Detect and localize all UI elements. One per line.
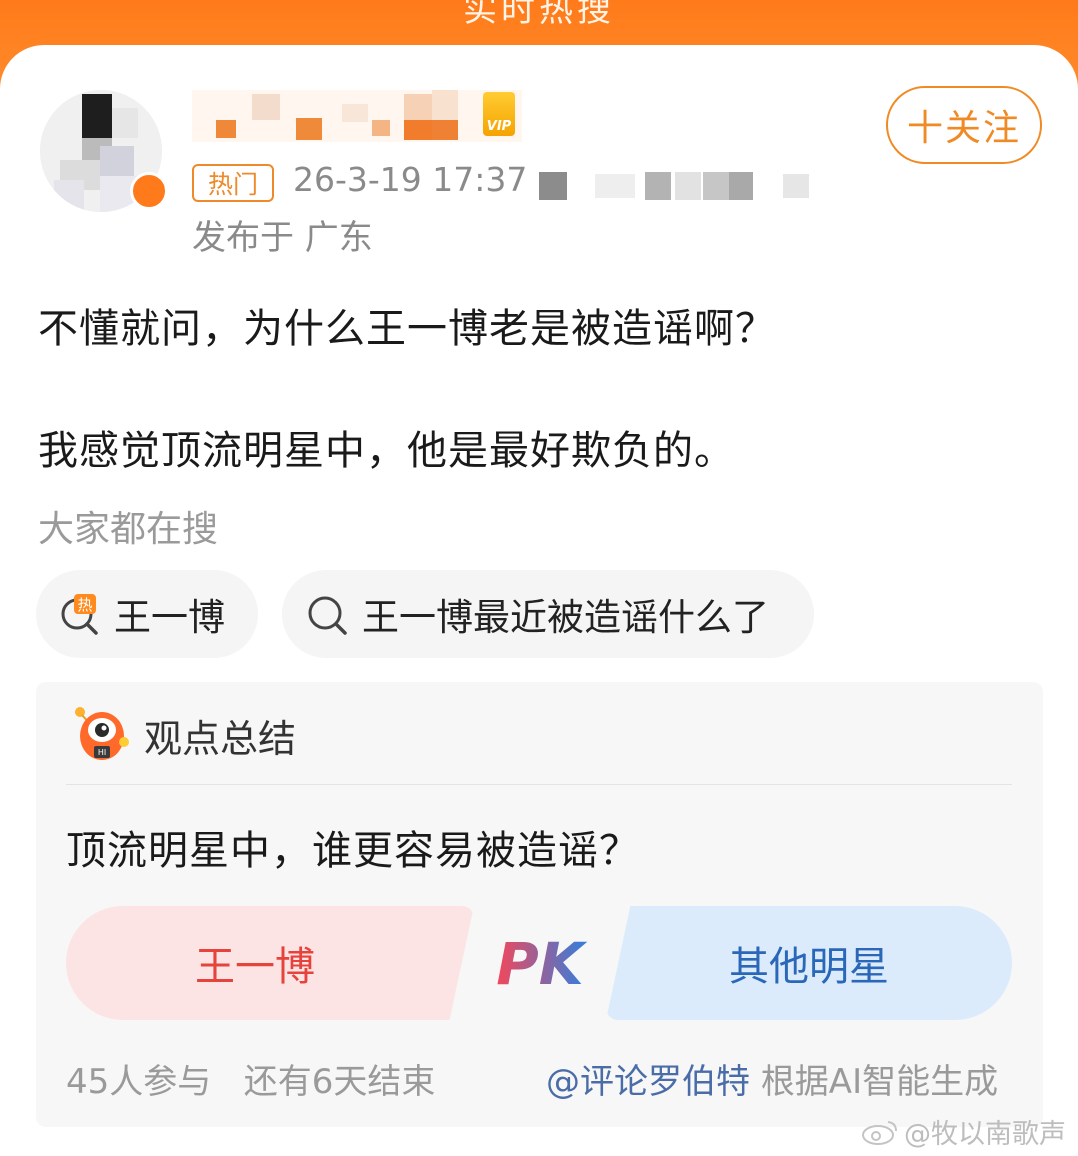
svg-text:HI: HI — [98, 748, 106, 757]
vote-option-left-button[interactable]: 王一博 — [66, 906, 474, 1020]
source-redacted — [535, 170, 815, 204]
mention-link[interactable]: @评论罗伯特 — [546, 1062, 750, 1102]
search-icon — [306, 592, 350, 636]
header-title: 实时热搜 — [463, 0, 615, 30]
watermark: @牧以南歌声 — [860, 1112, 1066, 1151]
post-location: 发布于 广东 — [192, 218, 373, 258]
weibo-logo-icon — [862, 1120, 897, 1145]
svg-text:热: 热 — [77, 596, 92, 614]
participants-count: 45人参与 — [66, 1062, 212, 1102]
search-chip-hot[interactable]: 热 王一博 — [36, 570, 258, 658]
search-chip-label: 王一博 — [114, 596, 225, 639]
post-text-line: 我感觉顶流明星中，他是最好欺负的。 — [38, 428, 735, 474]
username-redacted[interactable] — [192, 90, 522, 142]
follow-button[interactable]: 十关注 — [886, 86, 1042, 164]
poll-end-time: 还有6天结束 — [243, 1062, 436, 1102]
ai-generated-note: 根据AI智能生成 — [760, 1062, 999, 1102]
vote-option-right-button[interactable]: 其他明星 — [606, 906, 1012, 1020]
vip-badge-icon: VIP — [483, 92, 515, 136]
hot-search-icon: 热 — [58, 592, 102, 636]
search-chip-label: 王一博最近被造谣什么了 — [362, 596, 769, 639]
search-chip[interactable]: 王一博最近被造谣什么了 — [282, 570, 814, 658]
poll-stats: 45人参与 还有6天结束 — [66, 1054, 435, 1103]
robot-mascot-icon: HI — [70, 702, 132, 768]
hot-tag-badge: 热门 — [192, 164, 274, 202]
poll-question: 顶流明星中，谁更容易被造谣？ — [66, 828, 640, 874]
summary-card-title: 观点总结 — [144, 717, 297, 761]
search-section-heading: 大家都在搜 — [38, 509, 219, 550]
pk-text: PK — [496, 930, 588, 998]
watermark-text: @牧以南歌声 — [904, 1119, 1066, 1150]
post-timestamp: 26-3-19 17:37 — [293, 160, 528, 199]
card-divider — [66, 784, 1012, 785]
pk-versus-label: PK — [492, 924, 592, 1004]
ai-attribution: @评论罗伯特 根据AI智能生成 — [546, 1054, 998, 1103]
verified-badge-icon — [130, 172, 168, 210]
post-text-line: 不懂就问，为什么王一博老是被造谣啊？ — [38, 306, 776, 352]
